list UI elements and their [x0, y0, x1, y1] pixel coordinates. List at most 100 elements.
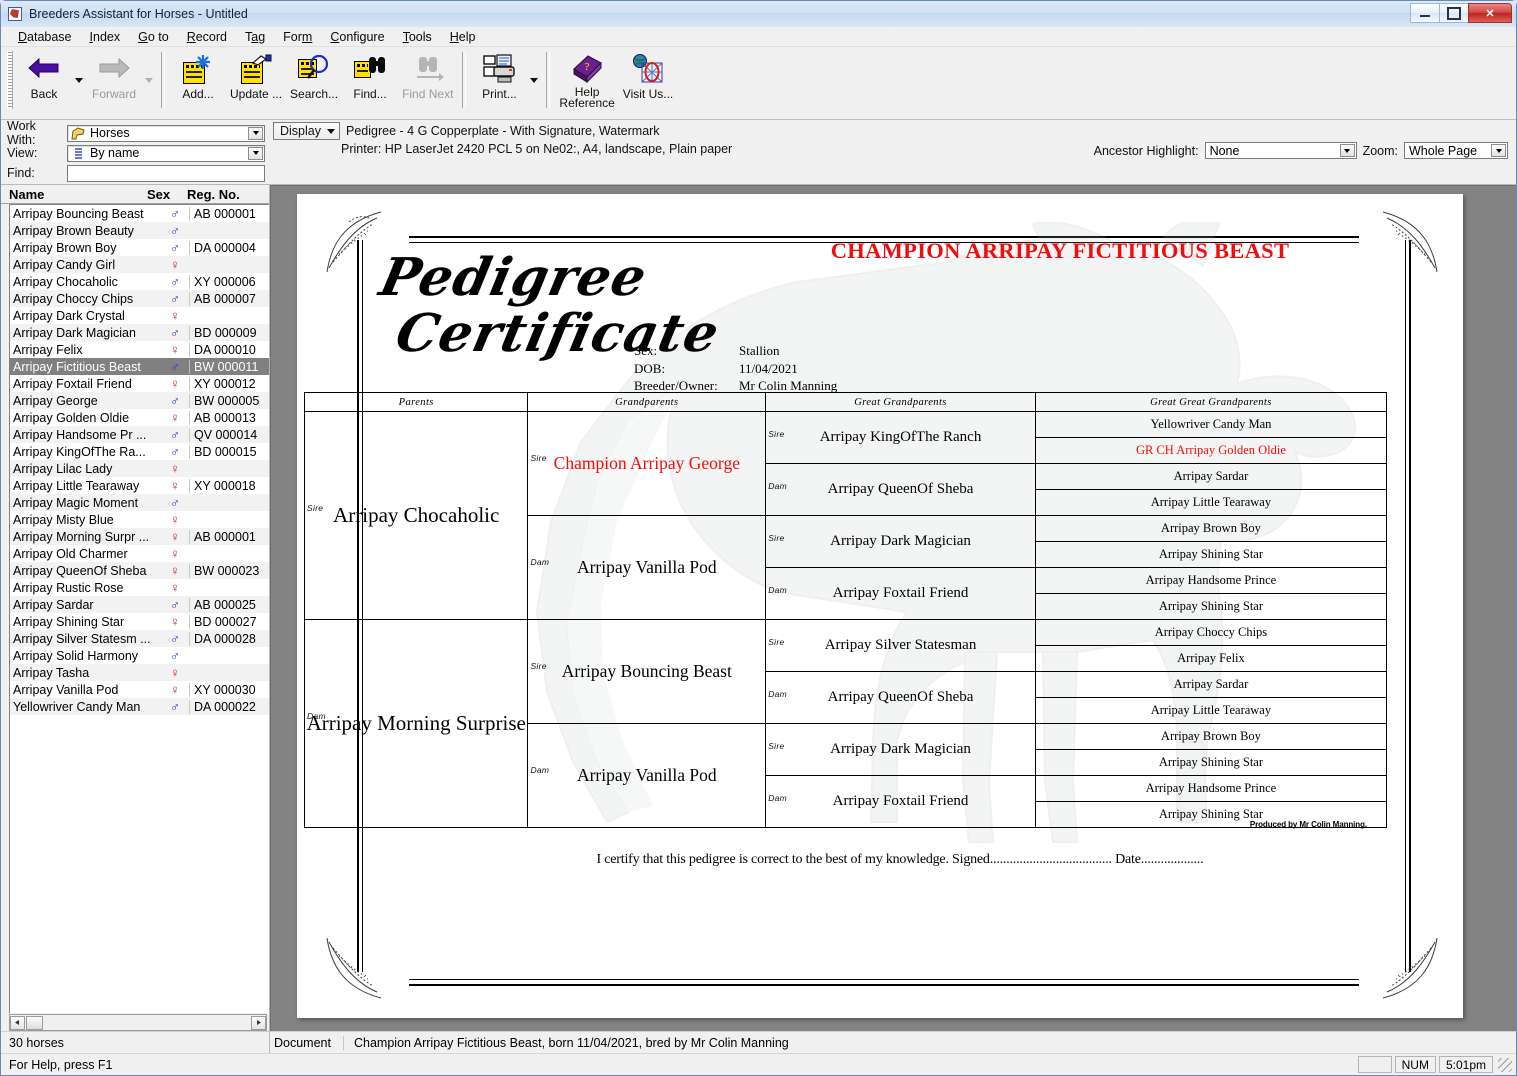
pedigree-ancestor-name[interactable]: Arripay Little Tearaway — [1036, 495, 1386, 510]
back-button[interactable]: Back — [16, 49, 72, 111]
scroll-left-arrow-icon[interactable] — [10, 1015, 25, 1030]
window-resize-grip[interactable] — [1498, 1057, 1512, 1072]
pedigree-cell-great-great-grandparent[interactable]: Yellowriver Candy Man — [1034, 411, 1388, 438]
ancestor-highlight-chevron-down-icon[interactable] — [1339, 144, 1355, 157]
pedigree-cell-great-great-grandparent[interactable]: Arripay Sardar — [1034, 463, 1388, 490]
pedigree-ancestor-name[interactable]: Champion Arripay George — [528, 453, 765, 474]
list-item[interactable]: Arripay Shining Star ♀ BD 000027 — [10, 613, 269, 630]
close-button[interactable]: ✕ — [1468, 3, 1512, 23]
pedigree-cell-grandparent[interactable]: Sire Arripay Bouncing Beast — [527, 619, 767, 724]
print-dropdown-icon[interactable] — [527, 49, 541, 111]
zoom-combo[interactable]: Whole Page — [1404, 142, 1508, 159]
list-item[interactable]: Arripay Dark Crystal ♀ — [10, 307, 269, 324]
pedigree-ancestor-name[interactable]: Arripay Dark Magician — [766, 741, 1035, 758]
pedigree-cell-great-great-grandparent[interactable]: Arripay Shining Star — [1034, 593, 1388, 620]
list-item[interactable]: Arripay Golden Oldie ♀ AB 000013 — [10, 409, 269, 426]
scrollbar-thumb[interactable] — [26, 1015, 43, 1030]
pedigree-cell-great-great-grandparent[interactable]: GR CH Arripay Golden Oldie — [1034, 437, 1388, 464]
toolbar-grip[interactable] — [7, 51, 13, 109]
list-item[interactable]: Arripay Brown Beauty ♂ — [10, 222, 269, 239]
list-item[interactable]: Arripay Old Charmer ♀ — [10, 545, 269, 562]
list-item[interactable]: Arripay Solid Harmony ♂ — [10, 647, 269, 664]
menu-tools[interactable]: Tools — [394, 29, 441, 45]
pedigree-ancestor-name[interactable]: Arripay Morning Surprise — [305, 711, 527, 736]
pedigree-ancestor-name[interactable]: GR CH Arripay Golden Oldie — [1036, 443, 1386, 458]
pedigree-ancestor-name[interactable]: Arripay Handsome Prince — [1036, 573, 1386, 588]
list-item[interactable]: Yellowriver Candy Man ♂ DA 000022 — [10, 698, 269, 715]
column-header-sex[interactable]: Sex — [147, 187, 187, 202]
pedigree-cell-parent[interactable]: Dam Arripay Morning Surprise — [303, 619, 529, 828]
maximize-button[interactable] — [1439, 3, 1468, 23]
pedigree-cell-great-great-grandparent[interactable]: Arripay Sardar — [1034, 671, 1388, 698]
update-button[interactable]: Update ... — [226, 49, 286, 111]
pedigree-ancestor-name[interactable]: Arripay Dark Magician — [766, 533, 1035, 550]
column-header-reg[interactable]: Reg. No. — [187, 187, 269, 202]
work-with-chevron-down-icon[interactable] — [248, 126, 263, 140]
pedigree-ancestor-name[interactable]: Arripay Brown Boy — [1036, 729, 1386, 744]
pedigree-cell-great-great-grandparent[interactable]: Arripay Little Tearaway — [1034, 489, 1388, 516]
minimize-button[interactable] — [1410, 3, 1439, 23]
pedigree-ancestor-name[interactable]: Arripay Foxtail Friend — [766, 793, 1035, 810]
pedigree-ancestor-name[interactable]: Arripay KingOfThe Ranch — [766, 429, 1035, 446]
pedigree-ancestor-name[interactable]: Arripay QueenOf Sheba — [766, 689, 1035, 706]
pedigree-ancestor-name[interactable]: Arripay Shining Star — [1036, 599, 1386, 614]
list-item[interactable]: Arripay Little Tearaway ♀ XY 000018 — [10, 477, 269, 494]
help-reference-button[interactable]: ? Help Reference — [555, 49, 618, 111]
pedigree-cell-great-grandparent[interactable]: Dam Arripay Foxtail Friend — [765, 775, 1036, 828]
list-item[interactable]: Arripay Brown Boy ♂ DA 000004 — [10, 239, 269, 256]
print-button[interactable]: Print... — [471, 49, 527, 111]
pedigree-ancestor-name[interactable]: Arripay Handsome Prince — [1036, 781, 1386, 796]
view-chevron-down-icon[interactable] — [248, 146, 263, 160]
list-item[interactable]: Arripay Vanilla Pod ♀ XY 000030 — [10, 681, 269, 698]
pedigree-ancestor-name[interactable]: Arripay Bouncing Beast — [528, 661, 765, 682]
scroll-right-arrow-icon[interactable] — [251, 1015, 266, 1030]
pedigree-cell-great-great-grandparent[interactable]: Arripay Handsome Prince — [1034, 775, 1388, 802]
pedigree-ancestor-name[interactable]: Arripay Sardar — [1036, 677, 1386, 692]
pedigree-cell-great-grandparent[interactable]: Dam Arripay Foxtail Friend — [765, 567, 1036, 620]
list-item[interactable]: Arripay Fictitious Beast ♂ BW 000011 — [10, 358, 269, 375]
pedigree-cell-great-great-grandparent[interactable]: Arripay Handsome Prince — [1034, 567, 1388, 594]
list-item[interactable]: Arripay Felix ♀ DA 000010 — [10, 341, 269, 358]
list-item[interactable]: Arripay Misty Blue ♀ — [10, 511, 269, 528]
list-item[interactable]: Arripay Magic Moment ♂ — [10, 494, 269, 511]
ancestor-highlight-combo[interactable]: None — [1204, 142, 1357, 159]
horse-list[interactable]: Arripay Bouncing Beast ♂ AB 000001 Arripay … — [9, 204, 269, 1013]
list-item[interactable]: Arripay Chocaholic ♂ XY 000006 — [10, 273, 269, 290]
list-item[interactable]: Arripay Tasha ♀ — [10, 664, 269, 681]
pedigree-ancestor-name[interactable]: Arripay Vanilla Pod — [528, 557, 765, 578]
list-item[interactable]: Arripay Handsome Pr ... ♂ QV 000014 — [10, 426, 269, 443]
list-item[interactable]: Arripay George ♂ BW 000005 — [10, 392, 269, 409]
menu-form[interactable]: Form — [274, 29, 321, 45]
pedigree-ancestor-name[interactable]: Arripay Brown Boy — [1036, 521, 1386, 536]
menu-configure[interactable]: Configure — [321, 29, 393, 45]
list-item[interactable]: Arripay Morning Surpr ... ♀ AB 000001 — [10, 528, 269, 545]
pedigree-ancestor-name[interactable]: Arripay Shining Star — [1036, 755, 1386, 770]
menu-record[interactable]: Record — [178, 29, 236, 45]
pedigree-cell-great-great-grandparent[interactable]: Arripay Brown Boy — [1034, 515, 1388, 542]
list-horizontal-scrollbar[interactable] — [9, 1014, 267, 1031]
pedigree-ancestor-name[interactable]: Arripay Felix — [1036, 651, 1386, 666]
pedigree-cell-grandparent[interactable]: Dam Arripay Vanilla Pod — [527, 723, 767, 828]
pedigree-ancestor-name[interactable]: Arripay Foxtail Friend — [766, 585, 1035, 602]
list-item[interactable]: Arripay Choccy Chips ♂ AB 000007 — [10, 290, 269, 307]
pedigree-cell-great-grandparent[interactable]: Sire Arripay Silver Statesman — [765, 619, 1036, 672]
pedigree-cell-great-great-grandparent[interactable]: Arripay Shining Star — [1034, 541, 1388, 568]
pedigree-ancestor-name[interactable]: Arripay QueenOf Sheba — [766, 481, 1035, 498]
list-item[interactable]: Arripay Lilac Lady ♀ — [10, 460, 269, 477]
list-item[interactable]: Arripay Rustic Rose ♀ — [10, 579, 269, 596]
document-view[interactable]: Pedigree Certificate CHAMPION ARRIPAY FI… — [270, 185, 1516, 1031]
add-button[interactable]: Add... — [170, 49, 226, 111]
pedigree-cell-grandparent[interactable]: Sire Champion Arripay George — [527, 411, 767, 516]
view-combo[interactable]: By name — [67, 144, 265, 162]
pedigree-ancestor-name[interactable]: Arripay Sardar — [1036, 469, 1386, 484]
zoom-chevron-down-icon[interactable] — [1491, 144, 1506, 157]
pedigree-ancestor-name[interactable]: Arripay Chocaholic — [305, 503, 527, 528]
find-button[interactable]: Find... — [342, 49, 398, 111]
pedigree-cell-great-great-grandparent[interactable]: Arripay Shining Star — [1034, 749, 1388, 776]
pedigree-cell-great-great-grandparent[interactable]: Arripay Little Tearaway — [1034, 697, 1388, 724]
find-input[interactable] — [67, 164, 265, 182]
list-item[interactable]: Arripay Silver Statesm ... ♂ DA 000028 — [10, 630, 269, 647]
pedigree-ancestor-name[interactable]: Arripay Choccy Chips — [1036, 625, 1386, 640]
pedigree-cell-great-grandparent[interactable]: Sire Arripay KingOfThe Ranch — [765, 411, 1036, 464]
work-with-combo[interactable]: Horses — [67, 124, 265, 142]
